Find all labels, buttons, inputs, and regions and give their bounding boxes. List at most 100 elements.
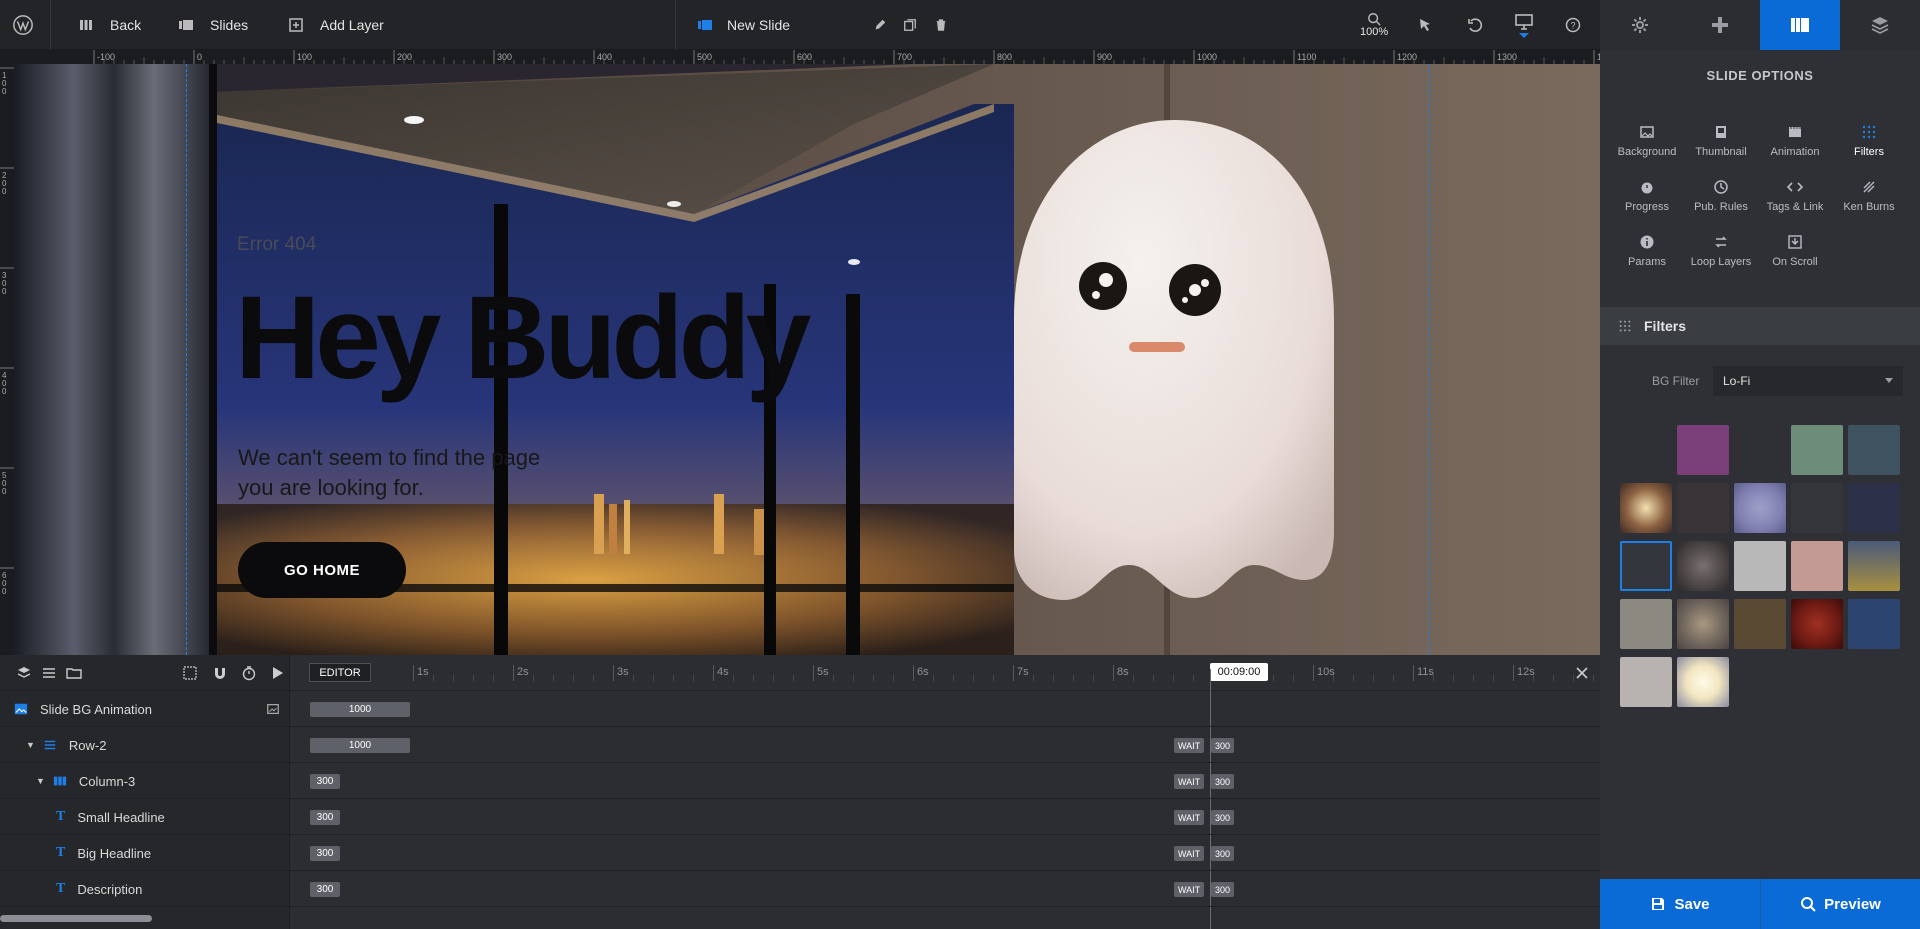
stopwatch-icon[interactable] xyxy=(241,665,257,681)
filter-swatch[interactable] xyxy=(1791,425,1843,475)
filter-swatch[interactable] xyxy=(1620,425,1672,475)
slide-option-params[interactable]: Params xyxy=(1610,234,1684,284)
ghost-illustration[interactable] xyxy=(974,110,1374,650)
editor-tab[interactable]: EDITOR xyxy=(309,663,371,682)
filter-swatch[interactable] xyxy=(1677,599,1729,649)
filter-swatch[interactable] xyxy=(1677,483,1729,533)
slides-button[interactable]: Slides xyxy=(178,0,248,50)
back-button[interactable]: Back xyxy=(78,0,141,50)
zoom-control[interactable]: 100% xyxy=(1360,0,1388,50)
timeline-row[interactable]: T Big Headline 300 WAIT 300 xyxy=(0,835,1600,871)
timeline-row[interactable]: ▼ Column-3 300 WAIT 300 xyxy=(0,763,1600,799)
filter-swatch[interactable] xyxy=(1734,541,1786,591)
filter-swatch[interactable] xyxy=(1734,483,1786,533)
timeline-bar[interactable]: 300 xyxy=(310,846,340,861)
close-timeline-icon[interactable] xyxy=(1574,665,1590,681)
timeline-bar[interactable]: 1000 xyxy=(310,702,410,717)
tab-layer-options[interactable] xyxy=(1840,0,1920,50)
undo-button[interactable] xyxy=(1467,0,1483,50)
list-icon[interactable] xyxy=(41,665,57,681)
wait-value[interactable]: 300 xyxy=(1211,846,1235,861)
folder-icon[interactable] xyxy=(66,665,82,681)
film-icon xyxy=(1787,124,1803,140)
wait-badge[interactable]: WAIT xyxy=(1174,810,1205,825)
filter-swatch[interactable] xyxy=(1734,425,1786,475)
slide-option-on-scroll[interactable]: On Scroll xyxy=(1758,234,1832,284)
description-layer[interactable]: We can't seem to find the page you are l… xyxy=(238,443,540,503)
bg-filter-select[interactable]: Lo-Fi xyxy=(1713,366,1903,396)
slide-option-progress[interactable]: Progress xyxy=(1610,179,1684,229)
rename-slide-button[interactable] xyxy=(873,0,887,50)
timeline-bar[interactable]: 300 xyxy=(310,882,340,897)
filter-swatch[interactable] xyxy=(1791,541,1843,591)
timeline-minor-tick xyxy=(1033,675,1034,681)
slide-canvas[interactable]: Error 404 Hey Buddy We can't seem to fin… xyxy=(14,64,1600,655)
timeline-row[interactable]: ▼ Row-2 1000 WAIT 300 xyxy=(0,727,1600,763)
delete-slide-button[interactable] xyxy=(934,0,948,50)
timeline-row[interactable]: T Description 300 WAIT 300 xyxy=(0,871,1600,907)
filter-swatch[interactable] xyxy=(1791,483,1843,533)
timeline-tick xyxy=(1413,665,1414,681)
filter-swatch[interactable] xyxy=(1734,599,1786,649)
wordpress-logo-button[interactable] xyxy=(12,0,34,50)
wait-badge[interactable]: WAIT xyxy=(1174,882,1205,897)
slide-option-background[interactable]: Background xyxy=(1610,124,1684,174)
filter-swatch[interactable] xyxy=(1620,599,1672,649)
slide-option-loop-layers[interactable]: Loop Layers xyxy=(1684,234,1758,284)
tab-slide-options[interactable] xyxy=(1760,0,1840,50)
wait-value[interactable]: 300 xyxy=(1211,738,1235,753)
wait-badge[interactable]: WAIT xyxy=(1174,738,1205,753)
tab-navigation[interactable] xyxy=(1680,0,1760,50)
tab-module-settings[interactable] xyxy=(1600,0,1680,50)
filter-swatch[interactable] xyxy=(1848,599,1900,649)
duplicate-slide-button[interactable] xyxy=(903,0,917,50)
device-desktop-button[interactable] xyxy=(1515,0,1533,50)
filter-swatch[interactable] xyxy=(1677,657,1729,707)
slide-option-ken-burns[interactable]: Ken Burns xyxy=(1832,179,1906,229)
slide-option-tags-link[interactable]: Tags & Link xyxy=(1758,179,1832,229)
filter-swatch[interactable] xyxy=(1620,541,1672,591)
select-tool-button[interactable] xyxy=(1417,0,1433,50)
timeline-row[interactable]: Slide BG Animation 1000 xyxy=(0,691,1600,727)
slide-option-thumbnail[interactable]: Thumbnail xyxy=(1684,124,1758,174)
go-home-button-layer[interactable]: GO HOME xyxy=(238,542,406,598)
slide-option-pub-rules[interactable]: Pub. Rules xyxy=(1684,179,1758,229)
slide-name[interactable]: New Slide xyxy=(697,0,790,50)
timeline-horizontal-scrollbar[interactable] xyxy=(0,915,152,922)
wait-badge[interactable]: WAIT xyxy=(1174,774,1205,789)
magnet-icon[interactable] xyxy=(212,665,228,681)
layers-icon[interactable] xyxy=(16,665,32,681)
filter-swatch[interactable] xyxy=(1620,657,1672,707)
slide-bg-settings-icon[interactable] xyxy=(266,702,280,716)
slide-option-filters[interactable]: Filters xyxy=(1832,124,1906,174)
slide-option-animation[interactable]: Animation xyxy=(1758,124,1832,174)
collapse-arrow-icon[interactable]: ▼ xyxy=(36,776,45,786)
timeline-bar[interactable]: 1000 xyxy=(310,738,410,753)
filter-swatch[interactable] xyxy=(1848,483,1900,533)
wait-value[interactable]: 300 xyxy=(1211,810,1235,825)
wait-value[interactable]: 300 xyxy=(1211,882,1235,897)
filter-swatch[interactable] xyxy=(1848,425,1900,475)
big-headline-layer[interactable]: Hey Buddy xyxy=(235,273,811,404)
wait-badge[interactable]: WAIT xyxy=(1174,846,1205,861)
play-icon[interactable] xyxy=(269,665,285,681)
timeline-bar[interactable]: 300 xyxy=(310,774,340,789)
filter-swatch[interactable] xyxy=(1791,599,1843,649)
wait-value[interactable]: 300 xyxy=(1211,774,1235,789)
filter-swatch[interactable] xyxy=(1620,483,1672,533)
slide-icon xyxy=(697,17,713,33)
current-time-indicator[interactable]: 00:09:00 xyxy=(1210,663,1268,681)
help-button[interactable]: ? xyxy=(1565,0,1581,50)
add-layer-button[interactable]: Add Layer xyxy=(288,0,384,50)
timeline-bar[interactable]: 300 xyxy=(310,810,340,825)
small-headline-layer[interactable]: Error 404 xyxy=(237,234,316,256)
filter-swatch[interactable] xyxy=(1848,541,1900,591)
save-button[interactable]: Save xyxy=(1600,879,1760,929)
grid-select-icon[interactable] xyxy=(182,665,198,681)
timeline-ruler[interactable]: 1s2s3s4s5s6s7s8s9s10s11s12s xyxy=(380,655,1594,691)
filter-swatch[interactable] xyxy=(1677,541,1729,591)
filter-swatch[interactable] xyxy=(1677,425,1729,475)
timeline-row[interactable]: T Small Headline 300 WAIT 300 xyxy=(0,799,1600,835)
preview-button[interactable]: Preview xyxy=(1760,879,1920,929)
collapse-arrow-icon[interactable]: ▼ xyxy=(26,740,35,750)
